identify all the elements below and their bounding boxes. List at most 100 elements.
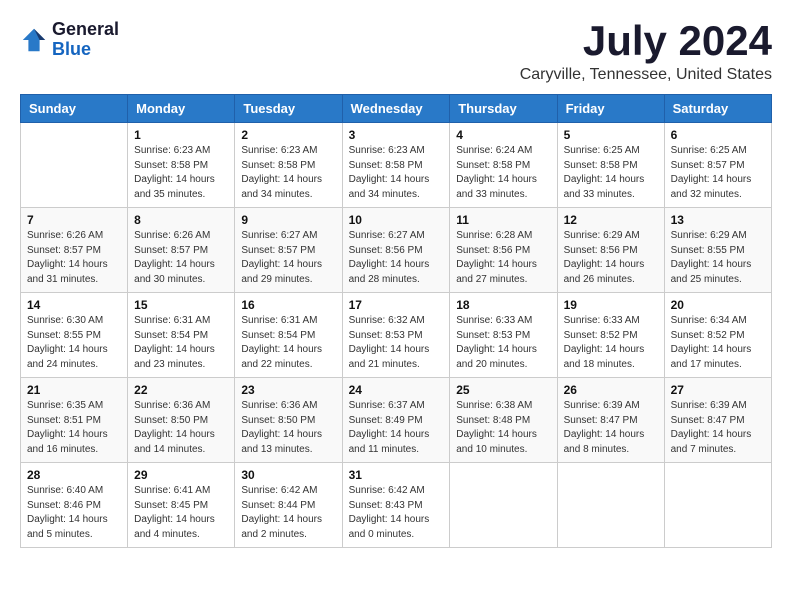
calendar-day-cell: 31 Sunrise: 6:42 AM Sunset: 8:43 PM Dayli… [342, 463, 450, 548]
day-number: 13 [671, 213, 765, 227]
day-number: 16 [241, 298, 335, 312]
calendar-day-cell: 20Sunrise: 6:34 AM Sunset: 8:52 PM Dayli… [664, 293, 771, 378]
calendar-day-header: Monday [128, 95, 235, 123]
calendar-day-cell: 28 Sunrise: 6:40 AM Sunset: 8:46 PM Dayli… [21, 463, 128, 548]
day-number: 20 [671, 298, 765, 312]
calendar-week-row: 1Sunrise: 6:23 AM Sunset: 8:58 PM Daylig… [21, 123, 772, 208]
calendar-day-header: Saturday [664, 95, 771, 123]
calendar-day-cell: 22 Sunrise: 6:36 AM Sunset: 8:50 PM Dayli… [128, 378, 235, 463]
calendar-day-cell: 29 Sunrise: 6:41 AM Sunset: 8:45 PM Dayli… [128, 463, 235, 548]
day-number: 21 [27, 383, 121, 397]
calendar-day-cell: 24 Sunrise: 6:37 AM Sunset: 8:49 PM Dayli… [342, 378, 450, 463]
calendar-day-cell: 1Sunrise: 6:23 AM Sunset: 8:58 PM Daylig… [128, 123, 235, 208]
day-number: 11 [456, 213, 550, 227]
day-info: Sunrise: 6:42 AM Sunset: 8:44 PM Dayligh… [241, 484, 335, 542]
calendar-day-cell [557, 463, 664, 548]
calendar-day-cell [450, 463, 557, 548]
day-number: 27 [671, 383, 765, 397]
day-info: Sunrise: 6:42 AM Sunset: 8:43 PM Dayligh… [349, 484, 444, 542]
calendar-table: SundayMondayTuesdayWednesdayThursdayFrid… [20, 94, 772, 548]
day-number: 17 [349, 298, 444, 312]
calendar-day-cell: 18Sunrise: 6:33 AM Sunset: 8:53 PM Dayli… [450, 293, 557, 378]
day-info: Sunrise: 6:23 AM Sunset: 8:58 PM Dayligh… [134, 144, 228, 202]
day-info: Sunrise: 6:39 AM Sunset: 8:47 PM Dayligh… [671, 399, 765, 457]
calendar-day-header: Wednesday [342, 95, 450, 123]
day-info: Sunrise: 6:38 AM Sunset: 8:48 PM Dayligh… [456, 399, 550, 457]
page: General Blue July 2024 Caryville, Tennes… [0, 0, 792, 568]
location: Caryville, Tennessee, United States [520, 66, 772, 84]
day-number: 26 [564, 383, 658, 397]
header: General Blue July 2024 Caryville, Tennes… [20, 20, 772, 84]
day-info: Sunrise: 6:23 AM Sunset: 8:58 PM Dayligh… [241, 144, 335, 202]
calendar-day-cell: 8 Sunrise: 6:26 AM Sunset: 8:57 PM Daylig… [128, 208, 235, 293]
day-info: Sunrise: 6:31 AM Sunset: 8:54 PM Dayligh… [241, 314, 335, 372]
day-number: 25 [456, 383, 550, 397]
day-number: 3 [349, 128, 444, 142]
title-area: July 2024 Caryville, Tennessee, United S… [520, 20, 772, 84]
day-info: Sunrise: 6:30 AM Sunset: 8:55 PM Dayligh… [27, 314, 121, 372]
calendar-day-cell: 5 Sunrise: 6:25 AM Sunset: 8:58 PM Daylig… [557, 123, 664, 208]
calendar-day-cell: 23 Sunrise: 6:36 AM Sunset: 8:50 PM Dayli… [235, 378, 342, 463]
day-info: Sunrise: 6:26 AM Sunset: 8:57 PM Dayligh… [134, 229, 228, 287]
logo-blue-text: Blue [52, 40, 119, 60]
day-info: Sunrise: 6:29 AM Sunset: 8:55 PM Dayligh… [671, 229, 765, 287]
calendar-day-cell: 27 Sunrise: 6:39 AM Sunset: 8:47 PM Dayli… [664, 378, 771, 463]
day-number: 14 [27, 298, 121, 312]
calendar-day-header: Friday [557, 95, 664, 123]
day-info: Sunrise: 6:40 AM Sunset: 8:46 PM Dayligh… [27, 484, 121, 542]
calendar-day-cell: 13 Sunrise: 6:29 AM Sunset: 8:55 PM Dayli… [664, 208, 771, 293]
day-info: Sunrise: 6:25 AM Sunset: 8:57 PM Dayligh… [671, 144, 765, 202]
calendar-day-cell: 15 Sunrise: 6:31 AM Sunset: 8:54 PM Dayli… [128, 293, 235, 378]
day-info: Sunrise: 6:26 AM Sunset: 8:57 PM Dayligh… [27, 229, 121, 287]
day-number: 30 [241, 468, 335, 482]
calendar-day-cell: 7 Sunrise: 6:26 AM Sunset: 8:57 PM Daylig… [21, 208, 128, 293]
day-number: 2 [241, 128, 335, 142]
day-number: 15 [134, 298, 228, 312]
day-number: 22 [134, 383, 228, 397]
calendar-day-cell: 11 Sunrise: 6:28 AM Sunset: 8:56 PM Dayli… [450, 208, 557, 293]
calendar-week-row: 28 Sunrise: 6:40 AM Sunset: 8:46 PM Dayli… [21, 463, 772, 548]
day-info: Sunrise: 6:32 AM Sunset: 8:53 PM Dayligh… [349, 314, 444, 372]
calendar-day-header: Thursday [450, 95, 557, 123]
day-info: Sunrise: 6:41 AM Sunset: 8:45 PM Dayligh… [134, 484, 228, 542]
day-number: 29 [134, 468, 228, 482]
calendar-day-cell: 30 Sunrise: 6:42 AM Sunset: 8:44 PM Dayli… [235, 463, 342, 548]
calendar-day-cell: 4Sunrise: 6:24 AM Sunset: 8:58 PM Daylig… [450, 123, 557, 208]
day-number: 7 [27, 213, 121, 227]
calendar-day-cell [664, 463, 771, 548]
calendar-day-cell: 9Sunrise: 6:27 AM Sunset: 8:57 PM Daylig… [235, 208, 342, 293]
logo-icon [20, 26, 48, 54]
day-number: 23 [241, 383, 335, 397]
day-number: 12 [564, 213, 658, 227]
day-info: Sunrise: 6:31 AM Sunset: 8:54 PM Dayligh… [134, 314, 228, 372]
day-number: 18 [456, 298, 550, 312]
day-number: 8 [134, 213, 228, 227]
calendar-day-cell: 16 Sunrise: 6:31 AM Sunset: 8:54 PM Dayli… [235, 293, 342, 378]
day-info: Sunrise: 6:33 AM Sunset: 8:52 PM Dayligh… [564, 314, 658, 372]
day-info: Sunrise: 6:24 AM Sunset: 8:58 PM Dayligh… [456, 144, 550, 202]
calendar-header-row: SundayMondayTuesdayWednesdayThursdayFrid… [21, 95, 772, 123]
day-number: 31 [349, 468, 444, 482]
day-number: 28 [27, 468, 121, 482]
day-number: 19 [564, 298, 658, 312]
day-info: Sunrise: 6:25 AM Sunset: 8:58 PM Dayligh… [564, 144, 658, 202]
calendar-day-header: Sunday [21, 95, 128, 123]
day-info: Sunrise: 6:37 AM Sunset: 8:49 PM Dayligh… [349, 399, 444, 457]
day-info: Sunrise: 6:35 AM Sunset: 8:51 PM Dayligh… [27, 399, 121, 457]
day-info: Sunrise: 6:36 AM Sunset: 8:50 PM Dayligh… [134, 399, 228, 457]
calendar-day-cell: 17 Sunrise: 6:32 AM Sunset: 8:53 PM Dayli… [342, 293, 450, 378]
calendar-week-row: 21 Sunrise: 6:35 AM Sunset: 8:51 PM Dayli… [21, 378, 772, 463]
calendar-day-cell: 19 Sunrise: 6:33 AM Sunset: 8:52 PM Dayli… [557, 293, 664, 378]
day-number: 5 [564, 128, 658, 142]
calendar-week-row: 14 Sunrise: 6:30 AM Sunset: 8:55 PM Dayli… [21, 293, 772, 378]
day-number: 6 [671, 128, 765, 142]
day-number: 24 [349, 383, 444, 397]
logo-general-text: General [52, 20, 119, 40]
calendar-day-cell [21, 123, 128, 208]
day-info: Sunrise: 6:36 AM Sunset: 8:50 PM Dayligh… [241, 399, 335, 457]
calendar-day-cell: 6 Sunrise: 6:25 AM Sunset: 8:57 PM Daylig… [664, 123, 771, 208]
calendar-day-cell: 14 Sunrise: 6:30 AM Sunset: 8:55 PM Dayli… [21, 293, 128, 378]
day-info: Sunrise: 6:29 AM Sunset: 8:56 PM Dayligh… [564, 229, 658, 287]
calendar-day-cell: 25 Sunrise: 6:38 AM Sunset: 8:48 PM Dayli… [450, 378, 557, 463]
day-info: Sunrise: 6:28 AM Sunset: 8:56 PM Dayligh… [456, 229, 550, 287]
